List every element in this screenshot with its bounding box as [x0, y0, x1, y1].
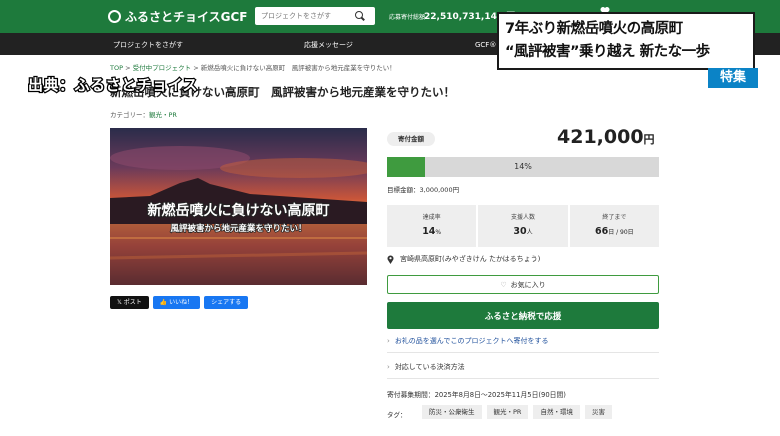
news-headline-line2: “風評被害”乗り越え 新たな一歩 [505, 44, 710, 60]
stat-achievement: 達成率 14% [387, 205, 477, 247]
nav-item-messages[interactable]: 応援メッセージ [304, 40, 353, 50]
search-box [255, 7, 375, 25]
funding-progress-bar: 14% [387, 157, 659, 177]
stat-supporters: 支援人数 30人 [478, 205, 568, 247]
favorite-button[interactable]: ♡ お気に入り [387, 275, 659, 294]
stat-label: 達成率 [422, 214, 441, 221]
tag-disaster-prevention[interactable]: 防災・公衆衛生 [422, 405, 482, 419]
gift-link-text: お礼の品を選んでこのプロジェクトへ寄付をする [394, 337, 549, 345]
x-post-button[interactable]: 𝕏 ポスト [110, 296, 149, 309]
divider [387, 378, 659, 379]
heart-outline-icon: ♡ [500, 280, 507, 289]
category: カテゴリー：観光・PR [110, 109, 177, 119]
logo-text: ふるさとチョイスGCF [125, 10, 248, 24]
stat-label: 終了まで [602, 214, 627, 221]
payment-methods-text: 対応している決済方法 [394, 363, 465, 371]
breadcrumb: TOP > 受付中プロジェクト > 新燃岳噴火に負けない高原町 風評被害から地元… [110, 62, 396, 72]
donation-period: 寄付募集期間：2025年8月8日～2025年11月5日(90日間) [387, 391, 566, 399]
facebook-like-button[interactable]: 👍 いいね！ [152, 296, 201, 309]
map-pin-icon [387, 254, 394, 264]
breadcrumb-current: 新燃岳噴火に負けない高原町 風評被害から地元産業を守りたい！ [200, 64, 396, 72]
stat-days-left: 終了まで 66日 / 90日 [569, 205, 659, 247]
category-label: カテゴリー： [110, 111, 149, 119]
donation-total-label: 応募寄付総額 [389, 14, 426, 21]
tag-tourism-pr[interactable]: 観光・PR [486, 405, 529, 419]
logo-icon [108, 10, 121, 23]
location-text: 宮崎県高原町(みやざきけん たかはるちょう) [400, 255, 541, 263]
project-hero-image: 新燃岳噴火に負けない高原町 風評被害から地元産業を守りたい！ [110, 128, 367, 285]
hero-caption-sub: 風評被害から地元産業を守りたい！ [170, 223, 308, 235]
location: 宮崎県高原町(みやざきけん たかはるちょう) [387, 254, 540, 264]
tag-list: 防災・公衆衛生 観光・PR 自然・環境 災害 [422, 405, 612, 419]
share-buttons: 𝕏 ポスト 👍 いいね！ シェアする [110, 296, 249, 309]
amount-value: 421,000円 [557, 126, 655, 148]
progress-text: 14% [514, 162, 532, 171]
breadcrumb-separator: > [125, 64, 131, 72]
category-link[interactable]: 観光・PR [149, 111, 177, 119]
tags-label: タグ： [387, 411, 407, 419]
tag-nature-environment[interactable]: 自然・環境 [533, 405, 580, 419]
source-caption: 出典：ふるさとチョイス [27, 75, 199, 96]
hero-caption-main: 新燃岳噴火に負けない高原町 [147, 202, 331, 220]
amount-unit: 円 [643, 133, 655, 146]
favorite-label: お気に入り [510, 280, 546, 289]
amount-number: 421,000 [557, 126, 644, 148]
stat-value: 30人 [513, 226, 533, 237]
stat-value: 66日 / 90日 [594, 226, 634, 237]
search-icon[interactable] [355, 11, 365, 21]
breadcrumb-separator: > [193, 64, 199, 72]
donate-button[interactable]: ふるさと納税で応援 [387, 302, 659, 329]
nav-item-search-projects[interactable]: プロジェクトをさがす [113, 40, 183, 50]
stats-row: 達成率 14% 支援人数 30人 終了まで 66日 / 90日 [387, 205, 659, 247]
chevron-right-icon: › [387, 337, 390, 345]
facebook-share-button[interactable]: シェアする [204, 296, 249, 309]
news-feature-tag: 特集 [708, 68, 758, 88]
breadcrumb-accepting[interactable]: 受付中プロジェクト [133, 64, 192, 72]
stat-value: 14% [422, 226, 442, 237]
stat-label: 支援人数 [510, 214, 535, 221]
search-input[interactable] [255, 8, 355, 24]
breadcrumb-top[interactable]: TOP [110, 64, 123, 72]
payment-methods-toggle[interactable]: › 対応している決済方法 [387, 362, 465, 372]
divider [387, 352, 659, 353]
site-logo[interactable]: ふるさとチョイスGCF [108, 8, 248, 25]
news-headline: 7年ぶり新燃岳噴火の高原町 “風評被害”乗り越え 新たな一歩 [497, 12, 755, 70]
tag-disaster[interactable]: 災害 [584, 405, 612, 419]
gift-link[interactable]: › お礼の品を選んでこのプロジェクトへ寄付をする [387, 336, 548, 346]
goal-amount: 目標金額：3,000,000円 [387, 186, 460, 194]
chevron-right-icon: › [387, 363, 390, 371]
amount-label: 寄付金額 [387, 132, 435, 146]
